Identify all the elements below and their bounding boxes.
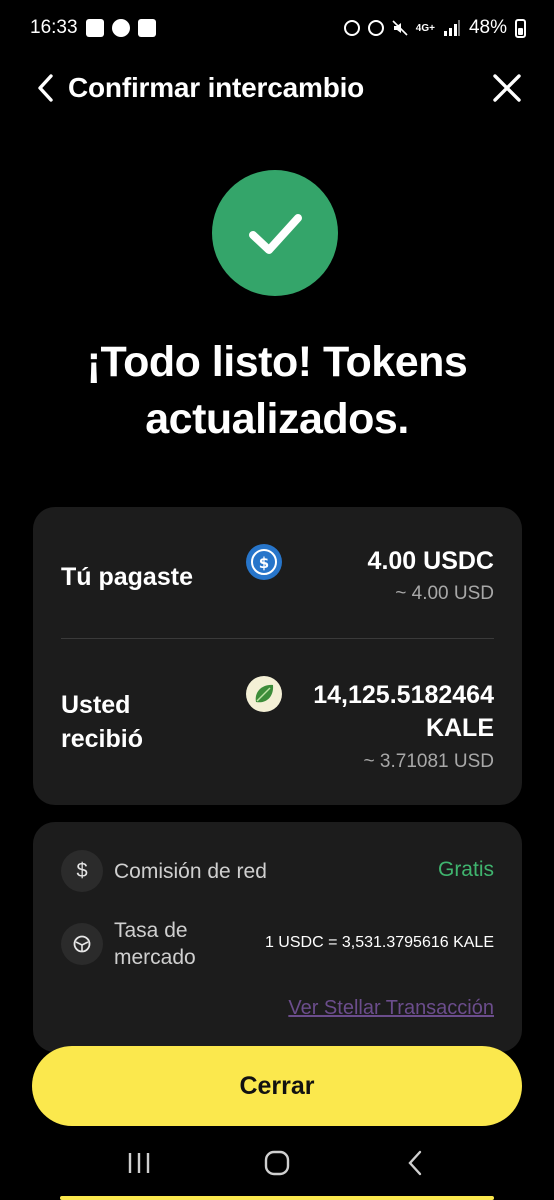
system-back-button[interactable] [395, 1143, 435, 1183]
system-nav-bar [0, 1135, 554, 1190]
network-fee-value: Gratis [437, 858, 494, 881]
transaction-details-card: $ Comisión de red Gratis Tasa de mercado… [33, 822, 522, 1052]
page-title: Confirmar intercambio [68, 72, 365, 103]
market-rate-icon [61, 923, 103, 965]
received-row: Usted recibió 14,125.5182464 KALE ~ 3.71… [61, 639, 494, 805]
market-rate-value: 1 USDC = 3,531.3795616 KALE [264, 934, 494, 951]
status-bar: 16:33 4G+ 48% [0, 0, 554, 56]
success-headline: ¡Todo listo! Tokens actualizados. [86, 338, 468, 443]
account-notification-icon [111, 19, 130, 37]
swap-summary-card: Tú pagaste $ 4.00 USDC ~ 4.00 USD Usted … [33, 507, 522, 805]
received-amount-line2: KALE [425, 714, 494, 742]
close-button[interactable] [490, 71, 524, 105]
recent-apps-icon [128, 1152, 150, 1173]
checkmark-icon [249, 214, 302, 254]
network-fee-label: Comisión de red [114, 860, 267, 883]
close-icon [493, 74, 521, 102]
view-stellar-transaction-link[interactable]: Ver Stellar Transacción [288, 997, 494, 1020]
received-amount-line1: 14,125.5182464 [313, 681, 494, 709]
back-button[interactable] [36, 71, 58, 105]
success-badge [212, 170, 338, 296]
recent-apps-button[interactable] [119, 1143, 159, 1183]
bottom-accent-strip [60, 1196, 494, 1200]
signal-icon [443, 19, 461, 37]
alarm-icon [343, 20, 360, 36]
paid-usd-amount: ~ 4.00 USD [395, 583, 494, 604]
paid-amount: 4.00 USDC [367, 547, 494, 575]
battery-percent: 48% [468, 17, 507, 38]
task-notification-icon [137, 19, 156, 37]
market-rate-label-line2: mercado [114, 946, 196, 969]
back-arrow-icon [408, 1150, 422, 1175]
kale-token-icon [246, 676, 282, 712]
received-amount: 14,125.5182464 KALE [313, 679, 494, 745]
received-label: Usted recibió [61, 688, 143, 756]
market-rate-label: Tasa de mercado [114, 917, 196, 971]
battery-icon [515, 18, 526, 38]
close-main-button[interactable]: Cerrar [32, 1046, 522, 1126]
received-label-line1: Usted [61, 691, 131, 719]
gallery-notification-icon [85, 19, 104, 37]
mute-icon [392, 20, 408, 36]
market-rate-label-line1: Tasa de [114, 919, 188, 942]
usdc-token-icon: $ [246, 544, 282, 580]
clock-alarm-icon [367, 20, 384, 36]
chevron-left-icon [38, 74, 53, 102]
status-time: 16:33 [30, 17, 78, 38]
status-left: 16:33 [30, 17, 156, 39]
network-type: 4G+ [415, 22, 435, 34]
received-label-line2: recibió [61, 725, 143, 753]
home-icon [264, 1150, 290, 1175]
header: Confirmar intercambio [0, 58, 554, 118]
status-right: 4G+ 48% [343, 17, 526, 39]
received-usd-amount: ~ 3.71081 USD [363, 751, 494, 772]
paid-row: Tú pagaste $ 4.00 USDC ~ 4.00 USD [61, 507, 494, 638]
home-button[interactable] [257, 1143, 297, 1183]
svg-text:$: $ [259, 554, 269, 572]
paid-label: Tú pagaste [61, 563, 193, 591]
dollar-icon: $ [61, 850, 103, 892]
